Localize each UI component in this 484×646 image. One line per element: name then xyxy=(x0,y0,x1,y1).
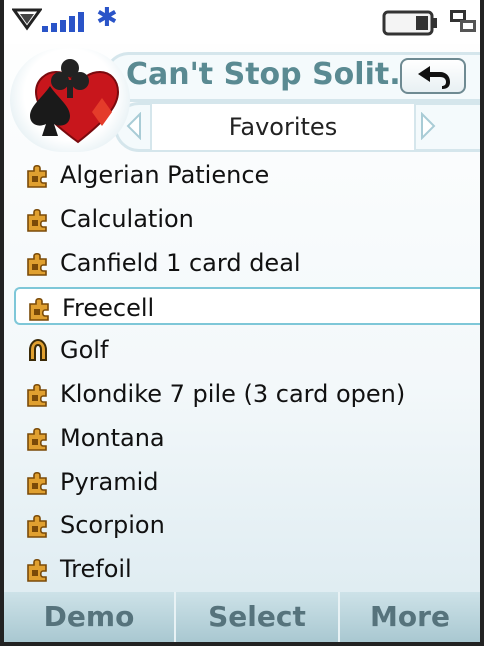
list-item-label: Freecell xyxy=(62,294,155,322)
more-softkey[interactable]: More xyxy=(340,592,480,642)
back-arrow-icon xyxy=(418,66,450,89)
app-title: Can't Stop Solit... xyxy=(126,57,424,92)
puzzle-icon xyxy=(24,161,52,189)
list-item-label: Klondike 7 pile (3 card open) xyxy=(60,380,406,408)
chevron-left-icon[interactable] xyxy=(124,112,144,140)
list-item[interactable]: Trefoil xyxy=(14,550,480,588)
list-item-label: Canfield 1 card deal xyxy=(60,249,301,277)
list-item[interactable]: Montana xyxy=(14,419,480,457)
list-item[interactable]: Pyramid xyxy=(14,463,480,501)
puzzle-icon xyxy=(24,249,52,277)
puzzle-icon xyxy=(24,424,52,452)
back-button[interactable] xyxy=(400,58,466,94)
list-item-label: Algerian Patience xyxy=(60,161,270,189)
list-item-label: Montana xyxy=(60,424,165,452)
list-item-label: Calculation xyxy=(60,205,194,233)
puzzle-icon xyxy=(24,205,52,233)
horseshoe-icon xyxy=(24,336,52,364)
header: Can't Stop Solit... Favorites xyxy=(4,44,480,154)
list-item[interactable]: Freecell xyxy=(14,287,480,325)
game-list: Algerian Patience Calculation Canfield 1 c… xyxy=(4,154,480,592)
status-bar: ✱ xyxy=(4,0,480,44)
puzzle-icon xyxy=(24,511,52,539)
card-suits-icon xyxy=(30,59,120,144)
list-item[interactable]: Calculation xyxy=(14,200,480,238)
tab-favorites[interactable]: Favorites xyxy=(150,106,416,148)
list-item[interactable]: Klondike 7 pile (3 card open) xyxy=(14,375,480,413)
data-transfer-icon xyxy=(450,10,476,32)
list-item-label: Golf xyxy=(60,336,109,364)
demo-softkey[interactable]: Demo xyxy=(4,592,174,642)
list-item-label: Pyramid xyxy=(60,468,159,496)
puzzle-icon xyxy=(24,380,52,408)
network-triangles-icon xyxy=(12,8,42,31)
puzzle-icon xyxy=(24,468,52,496)
list-item[interactable]: Scorpion xyxy=(14,506,480,544)
chevron-right-icon[interactable] xyxy=(418,112,438,140)
list-item[interactable]: Canfield 1 card deal xyxy=(14,244,480,282)
list-item-label: Trefoil xyxy=(60,555,132,583)
puzzle-icon xyxy=(24,555,52,583)
signal-bars-icon xyxy=(42,12,84,32)
softkey-bar: Demo Select More xyxy=(4,592,480,642)
list-item[interactable]: Golf xyxy=(14,331,480,369)
list-item-label: Scorpion xyxy=(60,511,165,539)
puzzle-icon xyxy=(26,294,54,322)
list-item[interactable]: Algerian Patience xyxy=(14,156,480,194)
bluetooth-icon: ✱ xyxy=(96,3,118,33)
select-softkey[interactable]: Select xyxy=(176,592,338,642)
phone-screen: ✱ Can't Stop Solit... Favorites Algerian… xyxy=(0,0,484,646)
battery-icon xyxy=(382,10,437,36)
